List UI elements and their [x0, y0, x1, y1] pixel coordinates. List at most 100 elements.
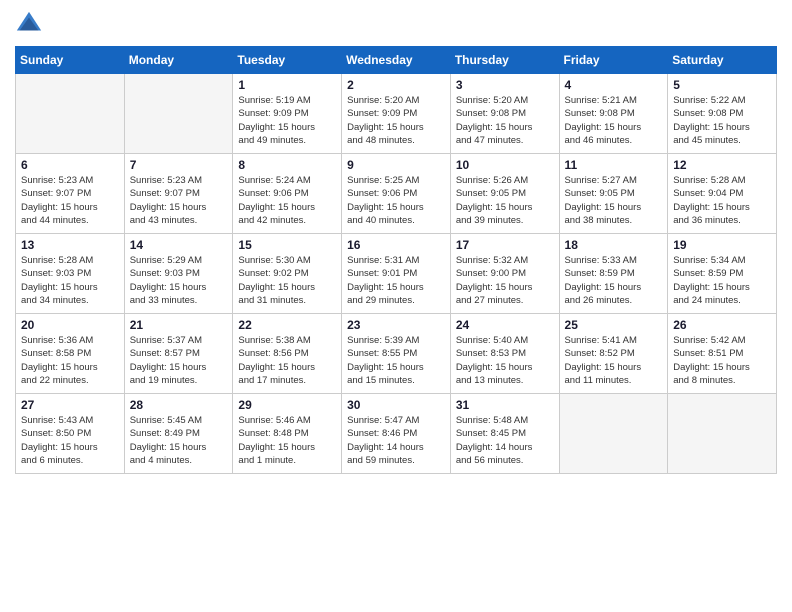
calendar-cell: 26 Sunrise: 5:42 AM Sunset: 8:51 PM Dayli… — [668, 314, 777, 394]
calendar-cell: 16 Sunrise: 5:31 AM Sunset: 9:01 PM Dayli… — [342, 234, 451, 314]
day-number: 15 — [238, 238, 336, 252]
day-number: 14 — [130, 238, 228, 252]
calendar-cell: 18 Sunrise: 5:33 AM Sunset: 8:59 PM Dayli… — [559, 234, 668, 314]
day-header-thursday: Thursday — [450, 47, 559, 74]
day-info: Sunrise: 5:42 AM Sunset: 8:51 PM Dayligh… — [673, 334, 771, 387]
day-info: Sunrise: 5:28 AM Sunset: 9:04 PM Dayligh… — [673, 174, 771, 227]
calendar-cell: 24 Sunrise: 5:40 AM Sunset: 8:53 PM Dayli… — [450, 314, 559, 394]
day-number: 16 — [347, 238, 445, 252]
calendar-cell: 30 Sunrise: 5:47 AM Sunset: 8:46 PM Dayli… — [342, 394, 451, 474]
day-info: Sunrise: 5:26 AM Sunset: 9:05 PM Dayligh… — [456, 174, 554, 227]
day-info: Sunrise: 5:32 AM Sunset: 9:00 PM Dayligh… — [456, 254, 554, 307]
day-header-saturday: Saturday — [668, 47, 777, 74]
calendar-cell: 12 Sunrise: 5:28 AM Sunset: 9:04 PM Dayli… — [668, 154, 777, 234]
day-info: Sunrise: 5:21 AM Sunset: 9:08 PM Dayligh… — [565, 94, 663, 147]
header — [15, 10, 777, 38]
day-info: Sunrise: 5:36 AM Sunset: 8:58 PM Dayligh… — [21, 334, 119, 387]
day-number: 12 — [673, 158, 771, 172]
day-number: 19 — [673, 238, 771, 252]
calendar-cell: 25Sunrise: 5:41 AM Sunset: 8:52 PM Dayli… — [559, 314, 668, 394]
day-header-sunday: Sunday — [16, 47, 125, 74]
calendar-cell: 7Sunrise: 5:23 AM Sunset: 9:07 PM Daylig… — [124, 154, 233, 234]
day-number: 26 — [673, 318, 771, 332]
day-info: Sunrise: 5:46 AM Sunset: 8:48 PM Dayligh… — [238, 414, 336, 467]
day-number: 18 — [565, 238, 663, 252]
day-info: Sunrise: 5:33 AM Sunset: 8:59 PM Dayligh… — [565, 254, 663, 307]
day-number: 1 — [238, 78, 336, 92]
day-header-wednesday: Wednesday — [342, 47, 451, 74]
day-number: 23 — [347, 318, 445, 332]
calendar-cell: 5 Sunrise: 5:22 AM Sunset: 9:08 PM Daylig… — [668, 74, 777, 154]
calendar-cell — [16, 74, 125, 154]
day-number: 7 — [130, 158, 228, 172]
day-number: 10 — [456, 158, 554, 172]
calendar-cell: 19 Sunrise: 5:34 AM Sunset: 8:59 PM Dayli… — [668, 234, 777, 314]
day-number: 27 — [21, 398, 119, 412]
calendar-cell — [124, 74, 233, 154]
day-info: Sunrise: 5:19 AM Sunset: 9:09 PM Dayligh… — [238, 94, 336, 147]
day-info: Sunrise: 5:28 AM Sunset: 9:03 PM Dayligh… — [21, 254, 119, 307]
day-number: 31 — [456, 398, 554, 412]
day-number: 4 — [565, 78, 663, 92]
day-number: 2 — [347, 78, 445, 92]
week-row-2: 6 Sunrise: 5:23 AM Sunset: 9:07 PM Daylig… — [16, 154, 777, 234]
day-info: Sunrise: 5:20 AM Sunset: 9:08 PM Dayligh… — [456, 94, 554, 147]
calendar-cell: 27Sunrise: 5:43 AM Sunset: 8:50 PM Dayli… — [16, 394, 125, 474]
calendar: SundayMondayTuesdayWednesdayThursdayFrid… — [15, 46, 777, 474]
day-info: Sunrise: 5:34 AM Sunset: 8:59 PM Dayligh… — [673, 254, 771, 307]
day-number: 13 — [21, 238, 119, 252]
day-number: 20 — [21, 318, 119, 332]
day-header-friday: Friday — [559, 47, 668, 74]
calendar-cell: 11 Sunrise: 5:27 AM Sunset: 9:05 PM Dayli… — [559, 154, 668, 234]
calendar-cell — [668, 394, 777, 474]
day-info: Sunrise: 5:37 AM Sunset: 8:57 PM Dayligh… — [130, 334, 228, 387]
day-number: 21 — [130, 318, 228, 332]
day-number: 8 — [238, 158, 336, 172]
calendar-cell: 31 Sunrise: 5:48 AM Sunset: 8:45 PM Dayli… — [450, 394, 559, 474]
logo — [15, 10, 47, 38]
day-number: 3 — [456, 78, 554, 92]
day-number: 30 — [347, 398, 445, 412]
day-info: Sunrise: 5:45 AM Sunset: 8:49 PM Dayligh… — [130, 414, 228, 467]
day-info: Sunrise: 5:40 AM Sunset: 8:53 PM Dayligh… — [456, 334, 554, 387]
calendar-cell: 4 Sunrise: 5:21 AM Sunset: 9:08 PM Daylig… — [559, 74, 668, 154]
calendar-cell: 14 Sunrise: 5:29 AM Sunset: 9:03 PM Dayli… — [124, 234, 233, 314]
day-info: Sunrise: 5:41 AM Sunset: 8:52 PM Dayligh… — [565, 334, 663, 387]
calendar-cell — [559, 394, 668, 474]
calendar-cell: 28 Sunrise: 5:45 AM Sunset: 8:49 PM Dayli… — [124, 394, 233, 474]
calendar-cell: 10 Sunrise: 5:26 AM Sunset: 9:05 PM Dayli… — [450, 154, 559, 234]
day-info: Sunrise: 5:48 AM Sunset: 8:45 PM Dayligh… — [456, 414, 554, 467]
day-number: 28 — [130, 398, 228, 412]
calendar-cell: 1 Sunrise: 5:19 AM Sunset: 9:09 PM Daylig… — [233, 74, 342, 154]
calendar-cell: 9 Sunrise: 5:25 AM Sunset: 9:06 PM Daylig… — [342, 154, 451, 234]
week-row-3: 13 Sunrise: 5:28 AM Sunset: 9:03 PM Dayli… — [16, 234, 777, 314]
day-number: 11 — [565, 158, 663, 172]
day-number: 6 — [21, 158, 119, 172]
day-info: Sunrise: 5:27 AM Sunset: 9:05 PM Dayligh… — [565, 174, 663, 227]
days-header-row: SundayMondayTuesdayWednesdayThursdayFrid… — [16, 47, 777, 74]
day-info: Sunrise: 5:39 AM Sunset: 8:55 PM Dayligh… — [347, 334, 445, 387]
day-info: Sunrise: 5:38 AM Sunset: 8:56 PM Dayligh… — [238, 334, 336, 387]
day-info: Sunrise: 5:30 AM Sunset: 9:02 PM Dayligh… — [238, 254, 336, 307]
day-number: 9 — [347, 158, 445, 172]
day-number: 22 — [238, 318, 336, 332]
calendar-cell: 6 Sunrise: 5:23 AM Sunset: 9:07 PM Daylig… — [16, 154, 125, 234]
day-info: Sunrise: 5:31 AM Sunset: 9:01 PM Dayligh… — [347, 254, 445, 307]
day-info: Sunrise: 5:23 AM Sunset: 9:07 PM Dayligh… — [21, 174, 119, 227]
day-info: Sunrise: 5:20 AM Sunset: 9:09 PM Dayligh… — [347, 94, 445, 147]
calendar-cell: 21 Sunrise: 5:37 AM Sunset: 8:57 PM Dayli… — [124, 314, 233, 394]
day-number: 24 — [456, 318, 554, 332]
calendar-cell: 8Sunrise: 5:24 AM Sunset: 9:06 PM Daylig… — [233, 154, 342, 234]
day-info: Sunrise: 5:25 AM Sunset: 9:06 PM Dayligh… — [347, 174, 445, 227]
day-number: 5 — [673, 78, 771, 92]
calendar-cell: 20 Sunrise: 5:36 AM Sunset: 8:58 PM Dayli… — [16, 314, 125, 394]
day-info: Sunrise: 5:47 AM Sunset: 8:46 PM Dayligh… — [347, 414, 445, 467]
day-info: Sunrise: 5:29 AM Sunset: 9:03 PM Dayligh… — [130, 254, 228, 307]
week-row-4: 20 Sunrise: 5:36 AM Sunset: 8:58 PM Dayli… — [16, 314, 777, 394]
week-row-5: 27Sunrise: 5:43 AM Sunset: 8:50 PM Dayli… — [16, 394, 777, 474]
week-row-1: 1 Sunrise: 5:19 AM Sunset: 9:09 PM Daylig… — [16, 74, 777, 154]
day-info: Sunrise: 5:22 AM Sunset: 9:08 PM Dayligh… — [673, 94, 771, 147]
page: SundayMondayTuesdayWednesdayThursdayFrid… — [0, 0, 792, 489]
day-header-tuesday: Tuesday — [233, 47, 342, 74]
calendar-cell: 23 Sunrise: 5:39 AM Sunset: 8:55 PM Dayli… — [342, 314, 451, 394]
